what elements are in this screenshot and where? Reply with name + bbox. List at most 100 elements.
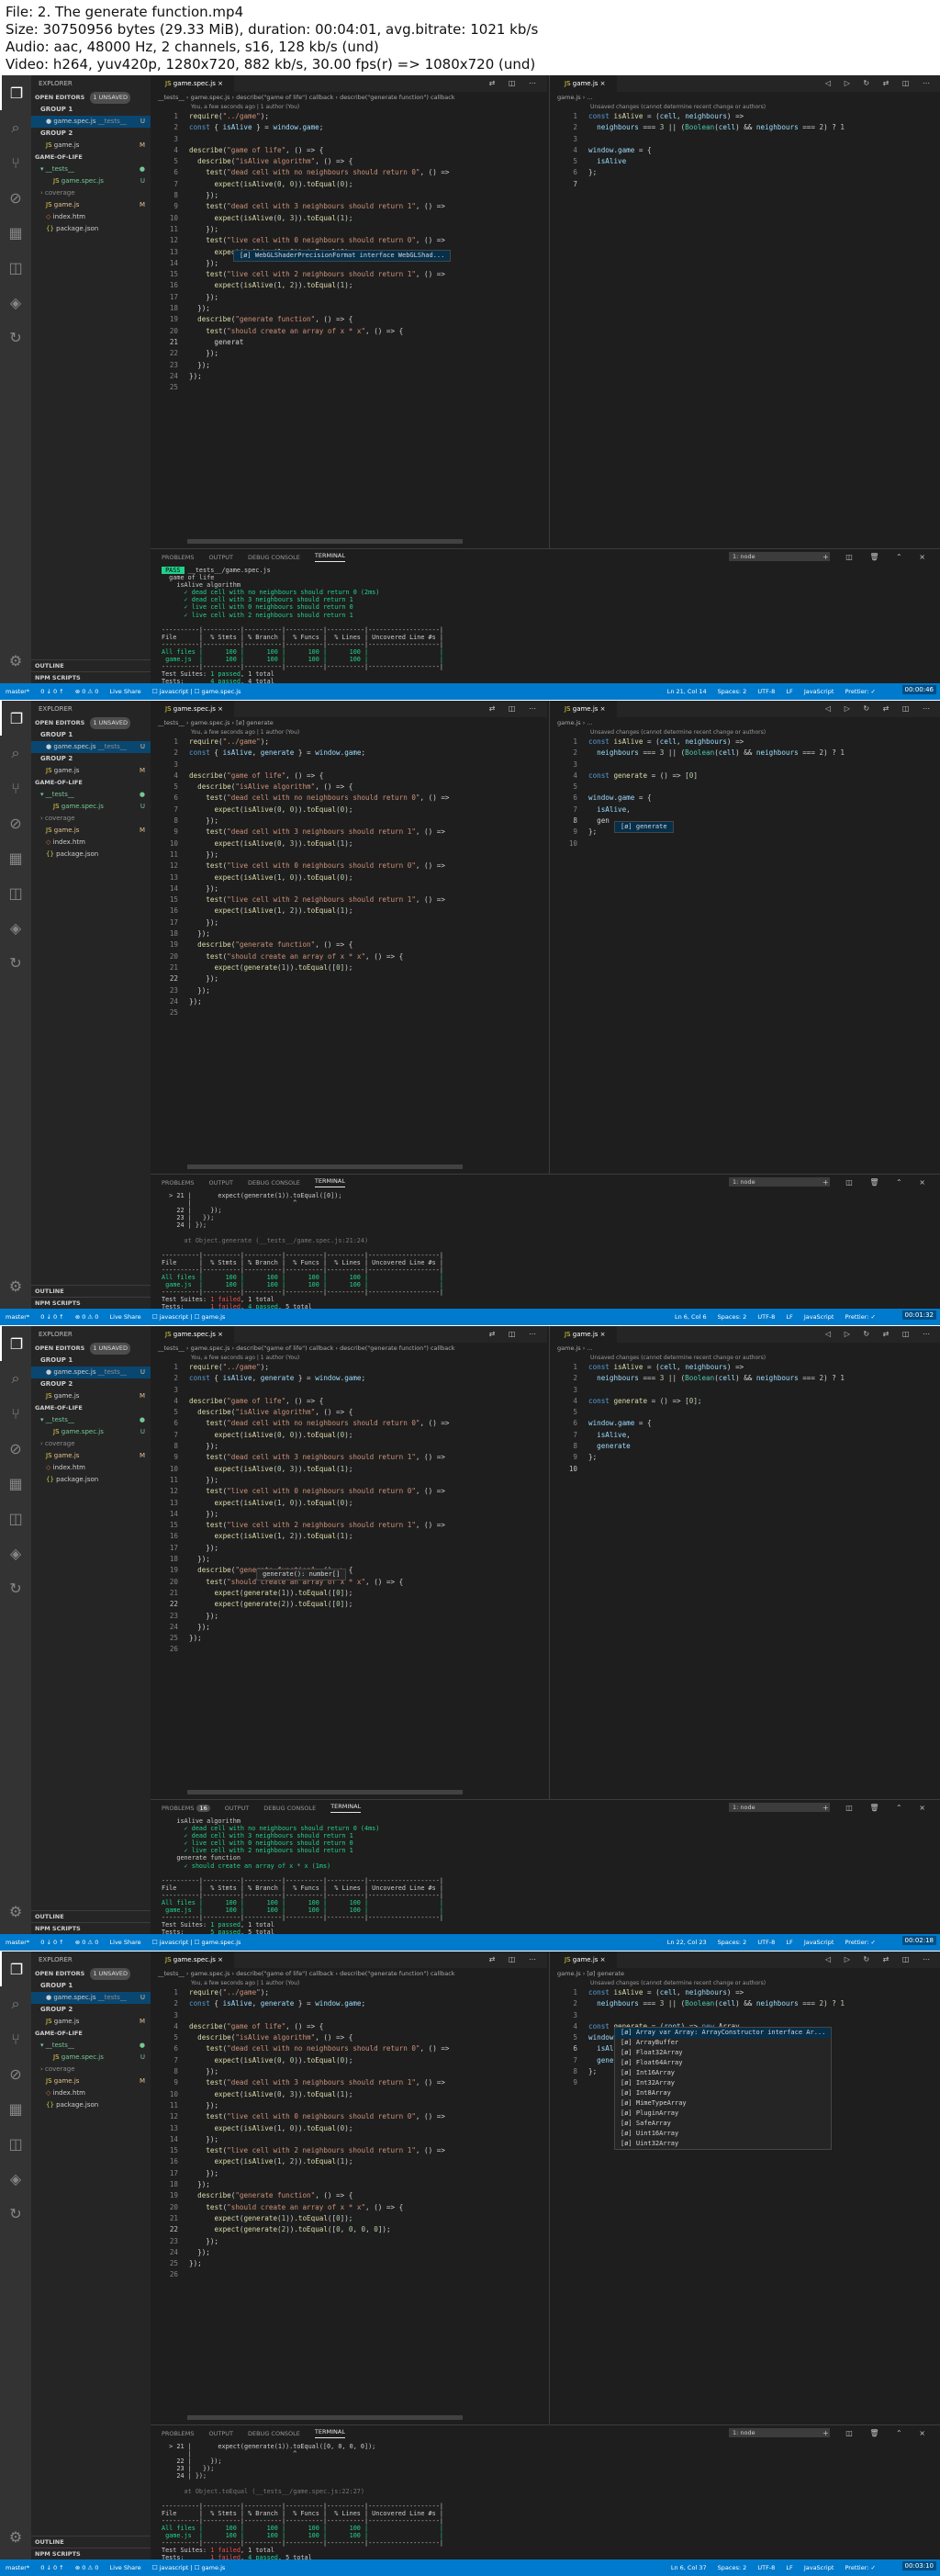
extensions-icon[interactable]: ▦: [0, 215, 31, 250]
source-control-icon[interactable]: ⑂: [0, 145, 31, 180]
open-editors-section[interactable]: OPEN EDITORS 1 UNSAVED: [31, 1968, 151, 1980]
suggest-item[interactable]: [ø] Float32Array: [615, 2048, 831, 2058]
open-editor-game-spec[interactable]: ● game.spec.js __tests__ U: [31, 116, 151, 128]
search-icon[interactable]: ⌕: [0, 1361, 31, 1396]
tab-problems[interactable]: PROBLEMS 16: [162, 1804, 210, 1812]
outline-section[interactable]: OUTLINE: [31, 659, 154, 671]
tab-terminal[interactable]: TERMINAL: [314, 2428, 345, 2438]
extensions-icon[interactable]: ▦: [0, 840, 31, 875]
search-icon[interactable]: ⌕: [0, 736, 31, 771]
status-prettier[interactable]: Prettier: ✓: [845, 1939, 877, 1946]
status-errors[interactable]: ⊗ 0 ⚠ 0: [75, 1313, 99, 1321]
status-encoding[interactable]: UTF-8: [757, 1313, 775, 1321]
file-game-js[interactable]: JS game.js M: [31, 1450, 151, 1462]
debug-icon[interactable]: ⊘: [0, 1431, 31, 1466]
docker-icon[interactable]: ◈: [0, 2161, 31, 2196]
folder-section[interactable]: GAME-OF-LIFE: [31, 1402, 151, 1414]
source-control-icon[interactable]: ⑂: [0, 1396, 31, 1431]
debug-icon[interactable]: ⊘: [0, 180, 31, 215]
status-prettier[interactable]: Prettier: ✓: [845, 688, 877, 695]
status-spaces[interactable]: Spaces: 2: [718, 1939, 747, 1946]
status-branch[interactable]: master*: [6, 688, 29, 695]
terminal-select[interactable]: 1: node: [729, 2428, 830, 2437]
suggest-item[interactable]: [ø] Uint16Array: [615, 2129, 831, 2139]
tests-folder[interactable]: ▾ __tests__ ●: [31, 163, 151, 175]
editor-actions[interactable]: ⇄ ◫ ⋯: [489, 701, 542, 717]
open-editor-game-spec[interactable]: ● game.spec.js __tests__ U: [31, 741, 151, 753]
open-editor-game-js[interactable]: JS game.js M: [31, 2016, 151, 2028]
suggest-item[interactable]: [ø] ArrayBuffer: [615, 2038, 831, 2048]
suggest-item[interactable]: [ø] generate: [615, 822, 673, 832]
tab-close-icon[interactable]: ×: [600, 80, 606, 87]
npm-scripts-section[interactable]: NPM SCRIPTS: [31, 671, 154, 683]
editor-actions[interactable]: ⇄ ◫ ⋯: [489, 1952, 542, 1968]
explorer-icon[interactable]: ❐: [0, 1952, 31, 1986]
tab-debug-console[interactable]: DEBUG CONSOLE: [248, 554, 300, 561]
explorer-icon[interactable]: ❐: [0, 1326, 31, 1361]
suggest-item[interactable]: [ø] Array var Array: ArrayConstructor in…: [615, 2028, 832, 2038]
terminal-output[interactable]: isAlive algorithm ✓ dead cell with no ne…: [151, 1816, 940, 1951]
left-editor[interactable]: JS game.spec.js × ⇄ ◫ ⋯ __tests__ › game…: [151, 1952, 547, 2424]
right-editor-actions[interactable]: ◁ ▷ ↻ ⇄ ◫ ⋯: [825, 1952, 935, 1968]
outline-section[interactable]: OUTLINE: [31, 1285, 154, 1297]
search-icon[interactable]: ⌕: [0, 1986, 31, 2021]
tab-debug-console[interactable]: DEBUG CONSOLE: [248, 1179, 300, 1187]
tab-output[interactable]: OUTPUT: [225, 1805, 250, 1812]
horizontal-scrollbar[interactable]: [187, 2415, 463, 2420]
file-package[interactable]: {} package.json: [31, 223, 151, 235]
open-editor-game-js[interactable]: JS game.js M: [31, 1390, 151, 1402]
status-encoding[interactable]: UTF-8: [757, 688, 775, 695]
terminal-select[interactable]: 1: node: [729, 1177, 830, 1187]
live-share-icon[interactable]: ↻: [0, 1570, 31, 1605]
folder-section[interactable]: GAME-OF-LIFE: [31, 777, 151, 789]
right-editor-actions[interactable]: ◁ ▷ ↻ ⇄ ◫ ⋯: [825, 701, 935, 717]
status-language[interactable]: JavaScript: [804, 1939, 834, 1946]
open-editor-game-spec[interactable]: ● game.spec.js __tests__ U: [31, 1367, 151, 1378]
file-game-js[interactable]: JS game.js M: [31, 825, 151, 837]
right-code-lines[interactable]: 1 const isAlive = (cell, neighbours) => 2 …: [550, 111, 940, 190]
accounts-icon[interactable]: ⚙: [0, 2519, 31, 2554]
tab-game-js[interactable]: JS game.js ×: [550, 75, 617, 92]
horizontal-scrollbar[interactable]: [187, 539, 463, 544]
status-prettier[interactable]: Prettier: ✓: [845, 2564, 877, 2571]
status-spaces[interactable]: Spaces: 2: [718, 1313, 747, 1321]
tab-close-icon[interactable]: ×: [218, 80, 223, 87]
horizontal-scrollbar[interactable]: [187, 1164, 463, 1169]
tab-close-icon[interactable]: ×: [600, 705, 606, 713]
file-game-spec[interactable]: JS game.spec.js U: [31, 1426, 151, 1438]
open-editors-section[interactable]: OPEN EDITORS 1 UNSAVED: [31, 1343, 151, 1355]
docker-icon[interactable]: ◈: [0, 285, 31, 320]
left-editor[interactable]: JS game.spec.js × ⇄ ◫ ⋯ __tests__ › game…: [151, 75, 547, 548]
left-code-lines[interactable]: 1 require("../game"); 2 const { isAlive, ge…: [151, 1987, 547, 2281]
extensions-icon[interactable]: ▦: [0, 2091, 31, 2126]
status-live-share[interactable]: Live Share: [110, 2564, 141, 2571]
tab-problems[interactable]: PROBLEMS: [162, 554, 194, 561]
right-editor-actions[interactable]: ◁ ▷ ↻ ⇄ ◫ ⋯: [825, 75, 935, 92]
suggest-widget[interactable]: [ø] Array var Array: ArrayConstructor in…: [614, 2027, 833, 2150]
tab-game-js[interactable]: JS game.js ×: [550, 1952, 617, 1968]
remote-icon[interactable]: ◫: [0, 2126, 31, 2161]
outline-section[interactable]: OUTLINE: [31, 1910, 154, 1922]
suggest-item[interactable]: [ø] MimeTypeArray: [615, 2098, 831, 2109]
file-game-spec[interactable]: JS game.spec.js U: [31, 2052, 151, 2064]
open-editor-game-js[interactable]: JS game.js M: [31, 765, 151, 777]
tab-debug-console[interactable]: DEBUG CONSOLE: [263, 1805, 316, 1812]
status-position[interactable]: Ln 6, Col 6: [675, 1313, 707, 1321]
suggest-item[interactable]: [ø] PluginArray: [615, 2109, 831, 2119]
status-branch[interactable]: master*: [6, 2564, 29, 2571]
status-errors[interactable]: ⊗ 0 ⚠ 0: [75, 1939, 99, 1946]
tab-close-icon[interactable]: ×: [218, 1331, 223, 1338]
npm-scripts-section[interactable]: NPM SCRIPTS: [31, 1297, 154, 1309]
coverage-folder[interactable]: › coverage: [31, 1438, 151, 1450]
status-position[interactable]: Ln 22, Col 23: [667, 1939, 707, 1946]
explorer-icon[interactable]: ❐: [0, 701, 31, 736]
status-eol[interactable]: LF: [786, 1939, 792, 1946]
outline-section[interactable]: OUTLINE: [31, 2536, 154, 2548]
accounts-icon[interactable]: ⚙: [0, 643, 31, 678]
accounts-icon[interactable]: ⚙: [0, 1894, 31, 1929]
live-share-icon[interactable]: ↻: [0, 2196, 31, 2231]
tab-problems[interactable]: PROBLEMS: [162, 1179, 194, 1187]
docker-icon[interactable]: ◈: [0, 1535, 31, 1570]
right-code-lines[interactable]: 1 const isAlive = (cell, neighbours) => 2 …: [550, 1362, 940, 1475]
status-prettier[interactable]: Prettier: ✓: [845, 1313, 877, 1321]
